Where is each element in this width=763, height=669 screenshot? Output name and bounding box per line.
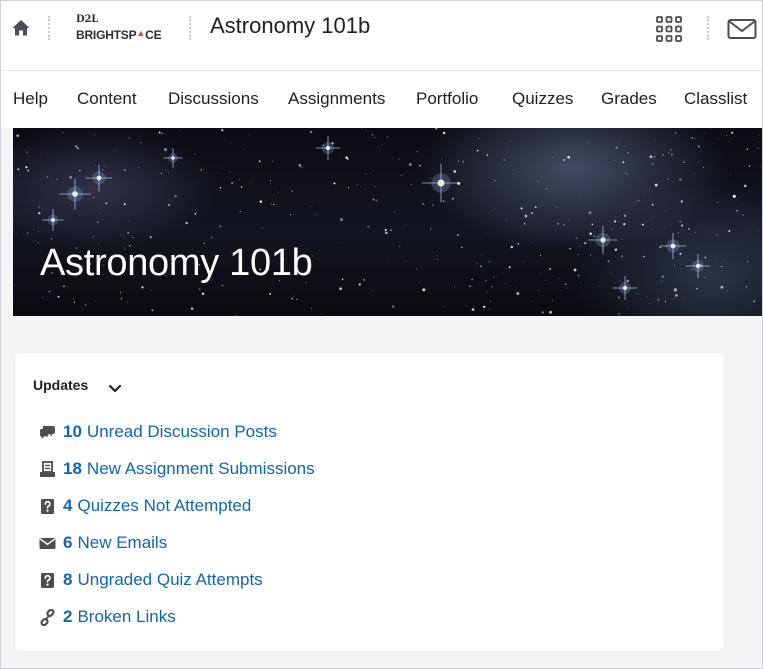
discussion-icon xyxy=(39,424,56,441)
chevron-down-icon[interactable] xyxy=(108,381,122,393)
update-count: 6 xyxy=(63,533,73,552)
nav-content[interactable]: Content xyxy=(77,89,137,109)
nav-help[interactable]: Help xyxy=(13,89,48,109)
course-title[interactable]: Astronomy 101b xyxy=(210,13,370,39)
update-count: 10 xyxy=(63,422,82,441)
course-selector-icon[interactable] xyxy=(655,15,683,43)
logo-brightspace-text: BRIGHTSP▲CE xyxy=(76,26,168,42)
starfield-image xyxy=(13,128,761,316)
update-new-emails[interactable]: 6 New Emails xyxy=(39,532,167,554)
logo-brightspace-pre: BRIGHTSP xyxy=(76,28,137,42)
nav-classlist[interactable]: Classlist xyxy=(684,89,747,109)
update-label: New Emails xyxy=(77,533,168,552)
update-label: New Assignment Submissions xyxy=(86,459,315,478)
nav-portfolio[interactable]: Portfolio xyxy=(416,89,478,109)
nav-discussions[interactable]: Discussions xyxy=(168,89,259,109)
logo-accent-mark: ▲ xyxy=(136,28,146,38)
course-navbar: Help Content Discussions Assignments Por… xyxy=(0,71,763,128)
separator xyxy=(707,16,709,40)
banner-title: Astronomy 101b xyxy=(40,242,313,284)
course-banner-image: Astronomy 101b xyxy=(13,128,763,316)
separator xyxy=(48,16,50,40)
update-unread-discussion-posts[interactable]: 10 Unread Discussion Posts xyxy=(39,421,277,443)
update-count: 8 xyxy=(63,570,73,589)
logo-brightspace-post: CE xyxy=(145,28,162,42)
assignment-icon xyxy=(39,460,56,478)
nav-grades[interactable]: Grades xyxy=(601,89,657,109)
nav-assignments[interactable]: Assignments xyxy=(288,89,385,109)
email-icon xyxy=(39,535,56,552)
update-label: Quizzes Not Attempted xyxy=(77,496,252,515)
update-label: Unread Discussion Posts xyxy=(86,422,277,441)
updates-widget: Updates 10 Unread Discussion Posts 18 Ne… xyxy=(14,352,725,652)
update-new-assignment-submissions[interactable]: 18 New Assignment Submissions xyxy=(39,458,315,480)
separator xyxy=(189,16,191,40)
quiz-icon xyxy=(39,572,56,589)
brightspace-logo[interactable]: D2L BRIGHTSP▲CE xyxy=(76,14,168,44)
quiz-icon xyxy=(39,498,56,515)
logo-d2l-text: D2L xyxy=(76,14,99,25)
update-quizzes-not-attempted[interactable]: 4 Quizzes Not Attempted xyxy=(39,495,251,517)
message-alerts-icon[interactable] xyxy=(727,18,757,40)
update-count: 2 xyxy=(63,607,73,626)
update-label: Ungraded Quiz Attempts xyxy=(77,570,263,589)
link-icon xyxy=(39,608,56,626)
home-icon[interactable] xyxy=(11,18,31,38)
updates-heading[interactable]: Updates xyxy=(33,377,88,393)
top-bar: D2L BRIGHTSP▲CE Astronomy 101b xyxy=(0,0,763,71)
update-label: Broken Links xyxy=(77,607,176,626)
update-ungraded-quiz-attempts[interactable]: 8 Ungraded Quiz Attempts xyxy=(39,569,263,591)
update-broken-links[interactable]: 2 Broken Links xyxy=(39,606,176,628)
nav-quizzes[interactable]: Quizzes xyxy=(512,89,573,109)
update-count: 4 xyxy=(63,496,73,515)
update-count: 18 xyxy=(63,459,82,478)
